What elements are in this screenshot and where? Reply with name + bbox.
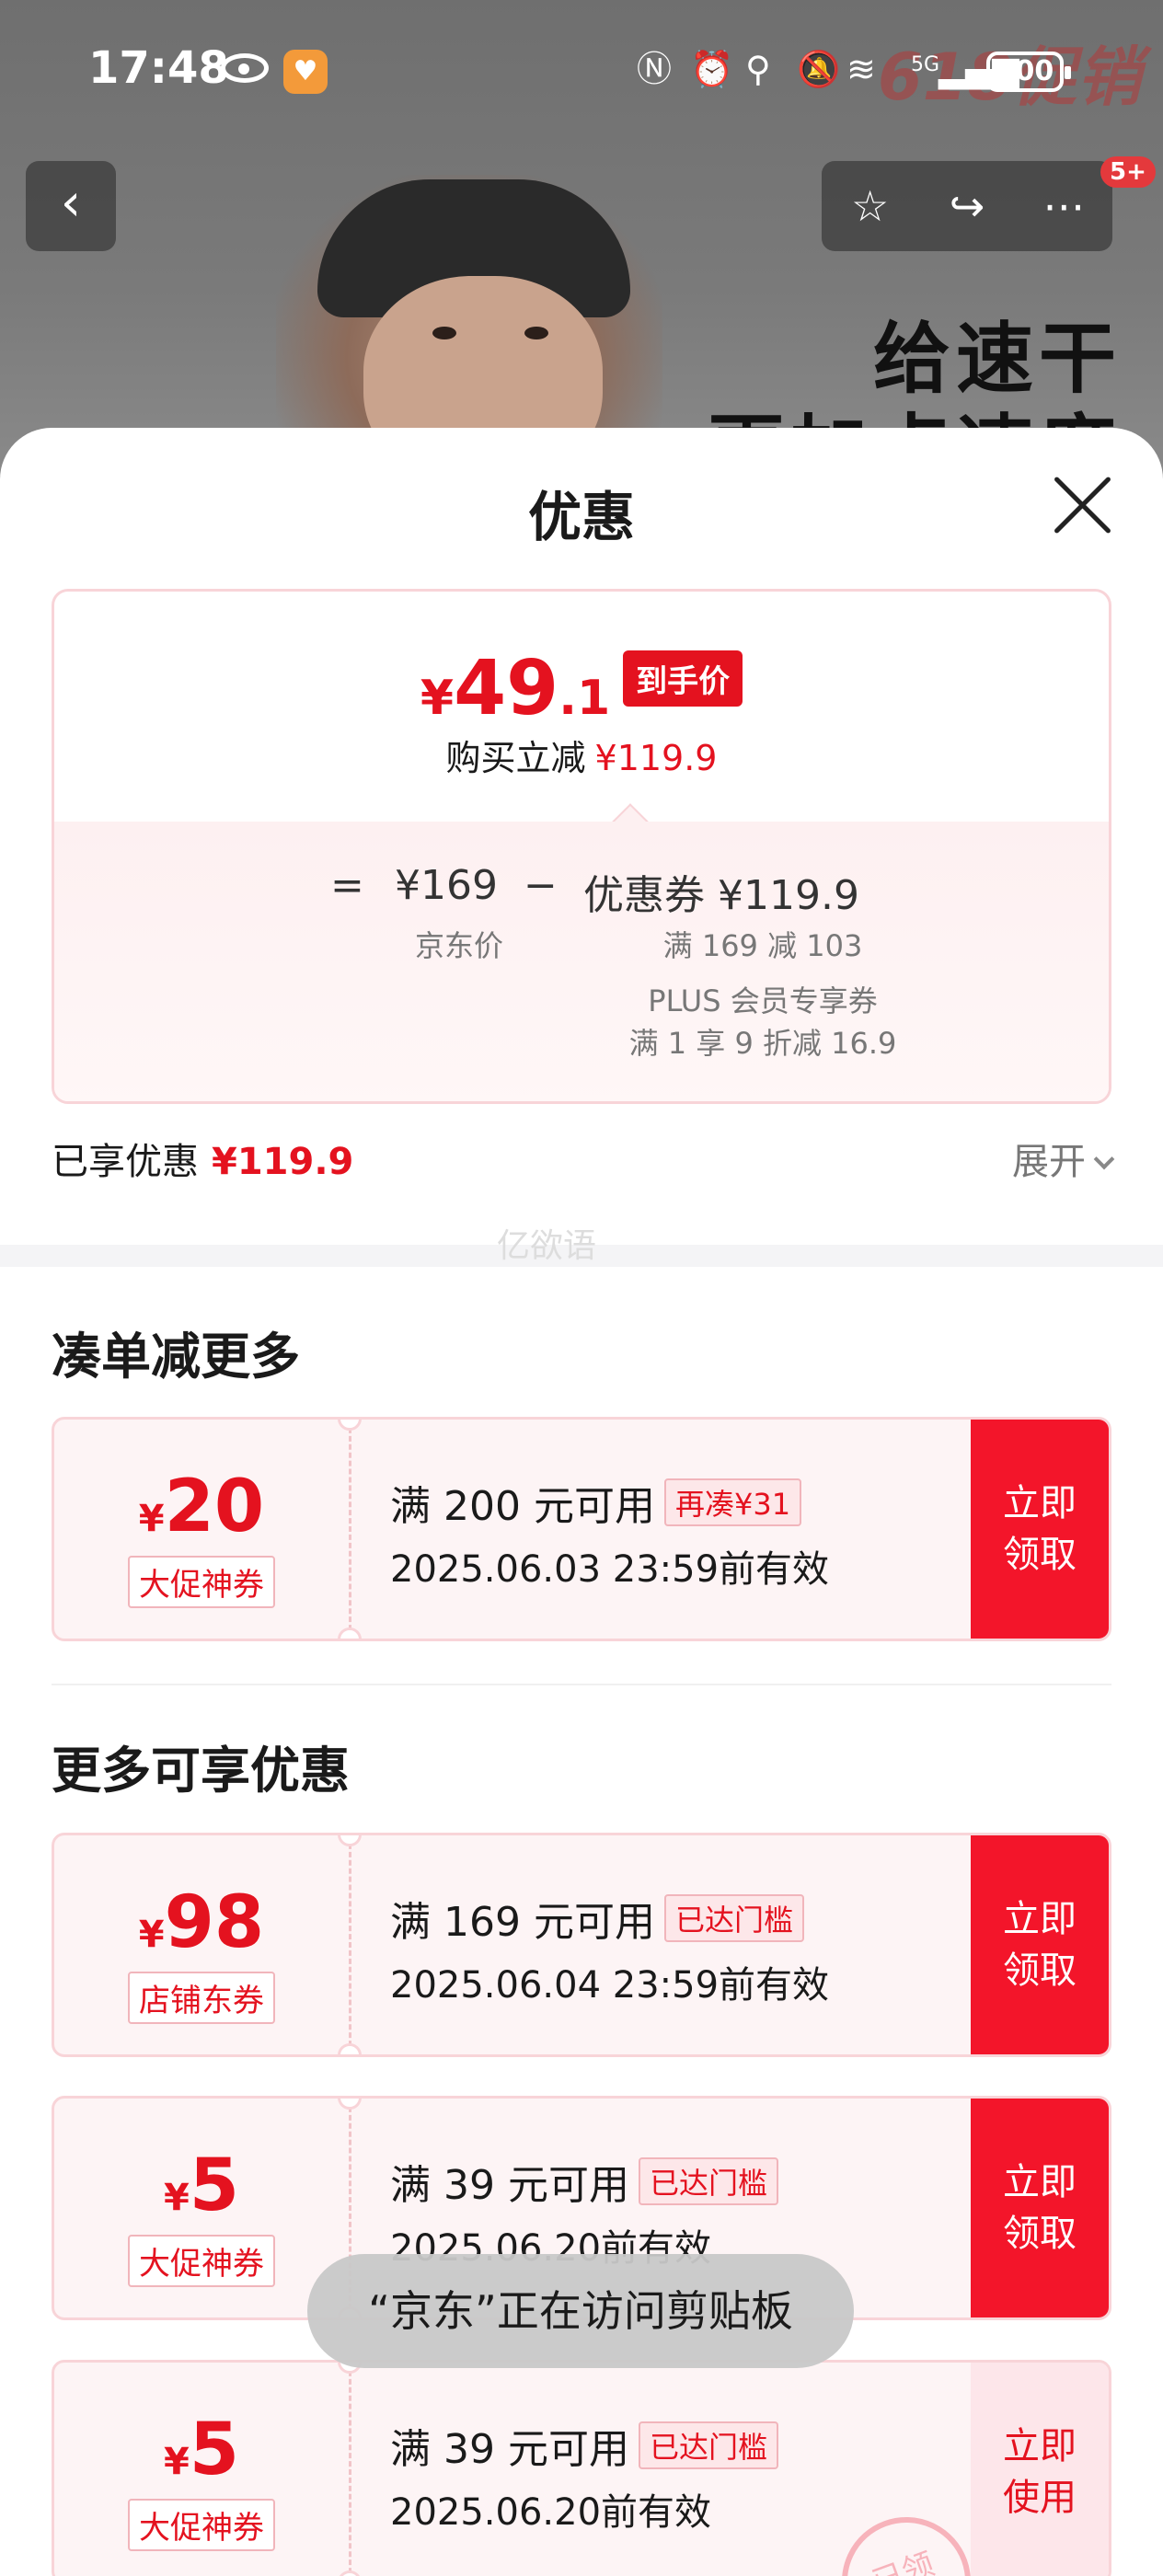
nfc-icon: Ⓝ [637, 49, 673, 89]
coupon-amount: 20 [164, 1466, 265, 1548]
price-breakdown-card: ¥49.1 到手价 购买立减 ¥119.9 = ¥169 − 优惠券 ¥119.9 … [52, 589, 1111, 1104]
app-notification-icon: ♥ [283, 50, 328, 94]
coupon-status-tag: 已达门槛 [638, 2421, 778, 2469]
coupon-symbol: ¥ [138, 1498, 165, 1540]
instant-reduction: 购买立减 ¥119.9 [54, 730, 1109, 780]
reduce-label: 购买立减 [445, 738, 586, 778]
coupon-total: 优惠券 ¥119.9 [583, 872, 859, 919]
watermark: 亿欲语 [497, 1227, 597, 1265]
location-icon: ⚲ [745, 49, 771, 89]
plus-coupon-title: PLUS 会员专享券 [648, 983, 878, 1018]
network-type: 5G [911, 53, 940, 76]
enjoyed-discount-row: 已享优惠 ¥119.9 展开 [52, 1132, 1115, 1187]
favorite-star-icon[interactable]: ☆ [822, 161, 918, 251]
price-integer: 49 [454, 645, 559, 732]
equals-sign: = [330, 862, 364, 909]
model-eye [432, 327, 456, 339]
reduce-amount: ¥119.9 [594, 738, 718, 778]
back-button[interactable]: ‹ [26, 161, 116, 251]
section-title-more-offers: 更多可享优惠 [52, 1742, 350, 1800]
coupon-notch [338, 2043, 362, 2054]
expand-button[interactable]: 展开 [1012, 1132, 1115, 1185]
coupon-validity: 2025.06.03 23:59前有效 [390, 1548, 830, 1591]
coupon-validity: 2025.06.20前有效 [390, 2491, 712, 2534]
divider-line [52, 1684, 1111, 1685]
plus-coupon-detail: 满 1 享 9 折减 16.9 [628, 1026, 897, 1061]
eye-icon [221, 53, 269, 83]
coupon-type: 大促神券 [128, 2235, 275, 2287]
status-bar: 17:48 ♥ Ⓝ ⏰ ⚲ 🔕 ≋ 5G ▂▄▆ 100 [0, 0, 1163, 138]
coupon-type: 店铺东券 [128, 1972, 275, 2024]
coupon-symbol: ¥ [163, 2441, 190, 2483]
claim-coupon-button[interactable]: 立即 领取 [971, 1835, 1109, 2054]
message-badge: 5+ [1100, 156, 1156, 188]
coupon-condition: 满 39 元可用 [390, 2426, 629, 2473]
coupon-status-tag: 再凑¥31 [663, 1478, 802, 1526]
jd-price-label: 京东价 [414, 928, 503, 963]
price-formula: = ¥169 − 优惠券 ¥119.9 京东价 满 169 减 103 PLUS… [54, 822, 1109, 1101]
coupon-status-tag: 已达门槛 [638, 2157, 778, 2205]
alarm-icon: ⏰ [690, 49, 734, 89]
use-coupon-button[interactable]: 立即 使用 [971, 2363, 1109, 2576]
price-decimal: .1 [558, 671, 611, 726]
section-title-add-more: 凑单减更多 [52, 1328, 300, 1386]
share-icon[interactable]: ↪ [918, 161, 1015, 251]
enjoyed-amount: ¥119.9 [212, 1141, 354, 1183]
enjoyed-label: 已享优惠 [52, 1141, 199, 1183]
mute-icon: 🔕 [797, 49, 841, 89]
clipboard-toast: “京东”正在访问剪贴板 [307, 2254, 854, 2368]
sheet-title: 优惠 [527, 486, 635, 548]
coupon-type: 大促神券 [128, 1556, 275, 1608]
chevron-down-icon [1093, 1148, 1115, 1170]
coupon-condition: 满 169 元可用 [390, 1899, 655, 1946]
coupon-amount: 98 [164, 1881, 265, 1964]
coupon-validity: 2025.06.04 23:59前有效 [390, 1964, 830, 2007]
coupon-separator [349, 2363, 351, 2576]
coupon-separator [349, 1420, 351, 1639]
status-time: 17:48 [88, 42, 229, 94]
expand-label: 展开 [1012, 1141, 1086, 1183]
coupon-amount: 5 [189, 2409, 240, 2491]
top-action-group: ☆ ↪ ⋯ [822, 161, 1112, 251]
claimed-stamp: 已领 [823, 2499, 989, 2576]
claim-coupon-button[interactable]: 立即 领取 [971, 2099, 1109, 2317]
minus-sign: − [524, 862, 558, 909]
claim-coupon-button[interactable]: 立即 领取 [971, 1420, 1109, 1639]
price-symbol: ¥ [420, 671, 455, 726]
final-price: ¥49.1 到手价 [54, 645, 1109, 732]
coupon-condition: 满 200 元可用 [390, 1483, 655, 1530]
coupon-symbol: ¥ [163, 2177, 190, 2219]
coupon-card: ¥20 大促神券 满 200 元可用 再凑¥31 2025.06.03 23:59… [52, 1417, 1111, 1641]
coupon-detail: 满 169 减 103 [662, 928, 863, 963]
coupon-notch [338, 1627, 362, 1639]
coupon-condition: 满 39 元可用 [390, 2162, 629, 2209]
model-eye [524, 327, 548, 339]
more-icon[interactable]: ⋯ [1016, 161, 1112, 251]
coupon-card: ¥98 店铺东券 满 169 元可用 已达门槛 2025.06.04 23:59前… [52, 1833, 1111, 2057]
jd-price: ¥169 [395, 862, 498, 909]
coupon-type: 大促神券 [128, 2499, 275, 2551]
close-icon[interactable] [1049, 472, 1115, 538]
wifi-icon: ≋ [846, 49, 876, 89]
coupon-amount: 5 [189, 2145, 240, 2227]
coupon-card: ¥5 大促神券 满 39 元可用 已达门槛 2025.06.20前有效 已领 立即… [52, 2360, 1111, 2576]
final-price-tag: 到手价 [623, 650, 743, 707]
coupon-status-tag: 已达门槛 [663, 1894, 804, 1942]
coupon-symbol: ¥ [138, 1914, 165, 1956]
coupon-separator [349, 1835, 351, 2054]
battery-icon: 100 [986, 52, 1071, 92]
